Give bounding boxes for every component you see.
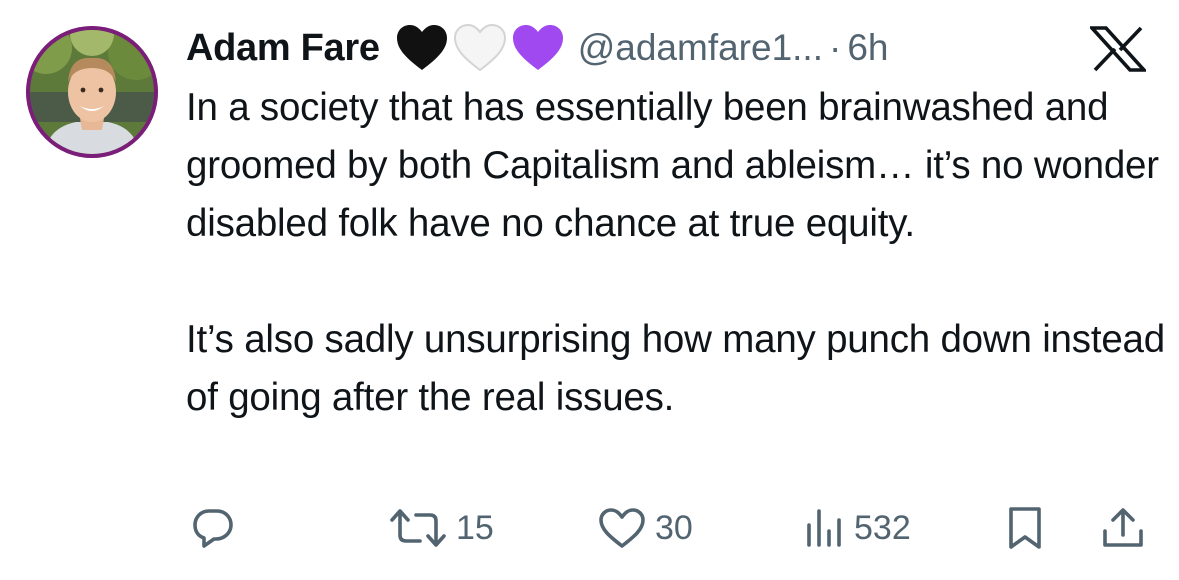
retweet-count: 15 bbox=[456, 508, 494, 547]
reply-icon bbox=[193, 509, 233, 548]
purple-heart-icon bbox=[512, 25, 563, 70]
white-heart-icon bbox=[453, 23, 506, 72]
heart-icon bbox=[599, 508, 645, 548]
avatar-photo bbox=[26, 26, 158, 158]
tweet-text: In a society that has essentially been b… bbox=[186, 79, 1166, 427]
badge-hearts bbox=[394, 22, 568, 74]
author-handle[interactable]: @adamfare1... bbox=[578, 27, 823, 69]
tweet-timestamp[interactable]: 6h bbox=[847, 27, 888, 69]
share-icon bbox=[1103, 508, 1143, 547]
tweet-paragraph: In a society that has essentially been b… bbox=[186, 86, 1159, 245]
avatar[interactable] bbox=[26, 26, 158, 158]
bookmark-button[interactable] bbox=[1004, 498, 1046, 558]
tweet-paragraph: It’s also sadly unsurprising how many pu… bbox=[186, 318, 1165, 419]
tweet-header: Adam Fare @adamfare1... · 6h bbox=[186, 18, 888, 78]
like-button[interactable]: 30 bbox=[597, 498, 693, 558]
action-bar: 15 30 532 bbox=[0, 498, 1179, 558]
black-heart-icon bbox=[396, 25, 447, 70]
retweet-button[interactable]: 15 bbox=[388, 498, 494, 558]
reply-button[interactable] bbox=[190, 498, 236, 558]
separator-dot: · bbox=[829, 27, 842, 68]
author-name[interactable]: Adam Fare bbox=[186, 27, 380, 70]
x-logo-icon[interactable] bbox=[1090, 26, 1146, 72]
like-count: 30 bbox=[655, 508, 693, 547]
views-button[interactable]: 532 bbox=[800, 498, 911, 558]
views-icon bbox=[807, 509, 841, 547]
views-count: 532 bbox=[854, 508, 911, 547]
share-button[interactable] bbox=[1100, 498, 1146, 558]
bookmark-icon bbox=[1009, 507, 1041, 549]
retweet-icon bbox=[390, 509, 446, 547]
